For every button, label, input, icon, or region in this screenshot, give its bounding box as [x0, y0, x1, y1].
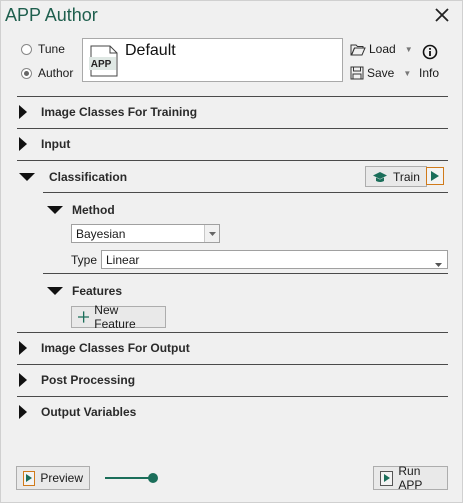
save-icon	[350, 66, 364, 80]
author-radio-label: Author	[38, 66, 74, 80]
save-label: Save	[367, 66, 395, 80]
expand-right-icon	[19, 341, 27, 355]
close-button[interactable]	[429, 4, 455, 26]
app-name: Default	[125, 42, 176, 59]
app-document-icon: APP	[89, 45, 118, 77]
method-select-value: Bayesian	[76, 227, 126, 241]
tune-radio[interactable]: Tune	[21, 42, 65, 56]
collapse-down-icon	[47, 206, 63, 214]
tune-radio-circle	[21, 43, 32, 55]
section-output-variables[interactable]: Output Variables	[19, 405, 136, 419]
preview-button[interactable]: Preview	[16, 466, 90, 490]
subsection-method[interactable]: Method	[47, 203, 115, 217]
app-author-panel: APP Author Tune Author APP Default Load …	[0, 0, 463, 503]
divider	[17, 364, 448, 365]
section-post-processing[interactable]: Post Processing	[19, 373, 135, 387]
method-label: Method	[72, 203, 115, 217]
divider	[43, 192, 448, 193]
collapse-down-icon	[19, 173, 35, 181]
folder-icon	[350, 44, 366, 55]
preview-slider-track[interactable]	[105, 477, 153, 479]
section-label: Post Processing	[41, 373, 136, 387]
expand-right-icon	[19, 105, 27, 119]
expand-right-icon	[19, 373, 27, 387]
section-image-classes-output[interactable]: Image Classes For Output	[19, 341, 190, 355]
new-feature-label: New Feature	[94, 303, 136, 331]
section-label: Output Variables	[41, 405, 137, 419]
divider	[17, 128, 448, 129]
type-label: Type	[71, 253, 98, 267]
app-name-box[interactable]: APP Default	[82, 38, 343, 82]
run-app-button[interactable]: Run APP	[373, 464, 448, 492]
preview-label: Preview	[40, 471, 83, 485]
type-select-value: Linear	[106, 253, 140, 267]
chevron-down-icon	[204, 225, 219, 242]
section-label: Input	[41, 137, 71, 151]
subsection-features[interactable]: Features	[47, 284, 122, 298]
divider	[17, 332, 448, 333]
author-radio-circle	[21, 67, 32, 79]
run-app-label: Run APP	[398, 464, 423, 492]
info-button[interactable]: Info	[419, 44, 441, 80]
divider	[43, 273, 448, 274]
expand-right-icon	[19, 405, 27, 419]
train-button[interactable]: Train	[365, 166, 427, 187]
section-label: Image Classes For Output	[41, 341, 190, 355]
features-label: Features	[72, 284, 123, 298]
load-dropdown-icon[interactable]: ▼	[405, 45, 413, 54]
tune-radio-label: Tune	[38, 42, 65, 56]
expand-right-icon	[19, 137, 27, 151]
preview-slider-handle[interactable]	[148, 473, 158, 483]
train-label: Train	[393, 169, 420, 184]
divider	[17, 396, 448, 397]
save-dropdown-icon[interactable]: ▼	[403, 69, 411, 78]
collapse-down-icon	[47, 287, 63, 295]
author-radio[interactable]: Author	[21, 66, 73, 80]
graduation-cap-icon	[373, 171, 387, 182]
type-select[interactable]: Linear	[101, 250, 448, 269]
section-input[interactable]: Input	[19, 137, 70, 151]
play-icon	[23, 470, 36, 486]
new-feature-button[interactable]: New Feature	[71, 303, 166, 331]
window-title: APP Author	[5, 5, 98, 25]
divider	[17, 96, 448, 97]
info-label: Info	[419, 66, 440, 80]
app-icon-text: APP	[91, 59, 112, 70]
run-icon	[380, 470, 394, 486]
play-icon	[431, 171, 439, 181]
section-image-classes-training[interactable]: Image Classes For Training	[19, 105, 197, 119]
section-classification[interactable]: Classification	[19, 170, 127, 184]
section-label: Image Classes For Training	[41, 105, 198, 119]
save-button[interactable]: Save ▼	[350, 66, 411, 80]
section-label: Classification	[49, 170, 128, 184]
method-select[interactable]: Bayesian	[71, 224, 220, 243]
chevron-down-icon	[435, 256, 442, 270]
load-button[interactable]: Load ▼	[350, 42, 413, 56]
plus-icon	[78, 311, 90, 323]
close-icon	[435, 8, 449, 22]
info-icon	[422, 44, 438, 60]
play-button[interactable]	[426, 167, 444, 185]
load-label: Load	[369, 42, 396, 56]
divider	[17, 160, 448, 161]
